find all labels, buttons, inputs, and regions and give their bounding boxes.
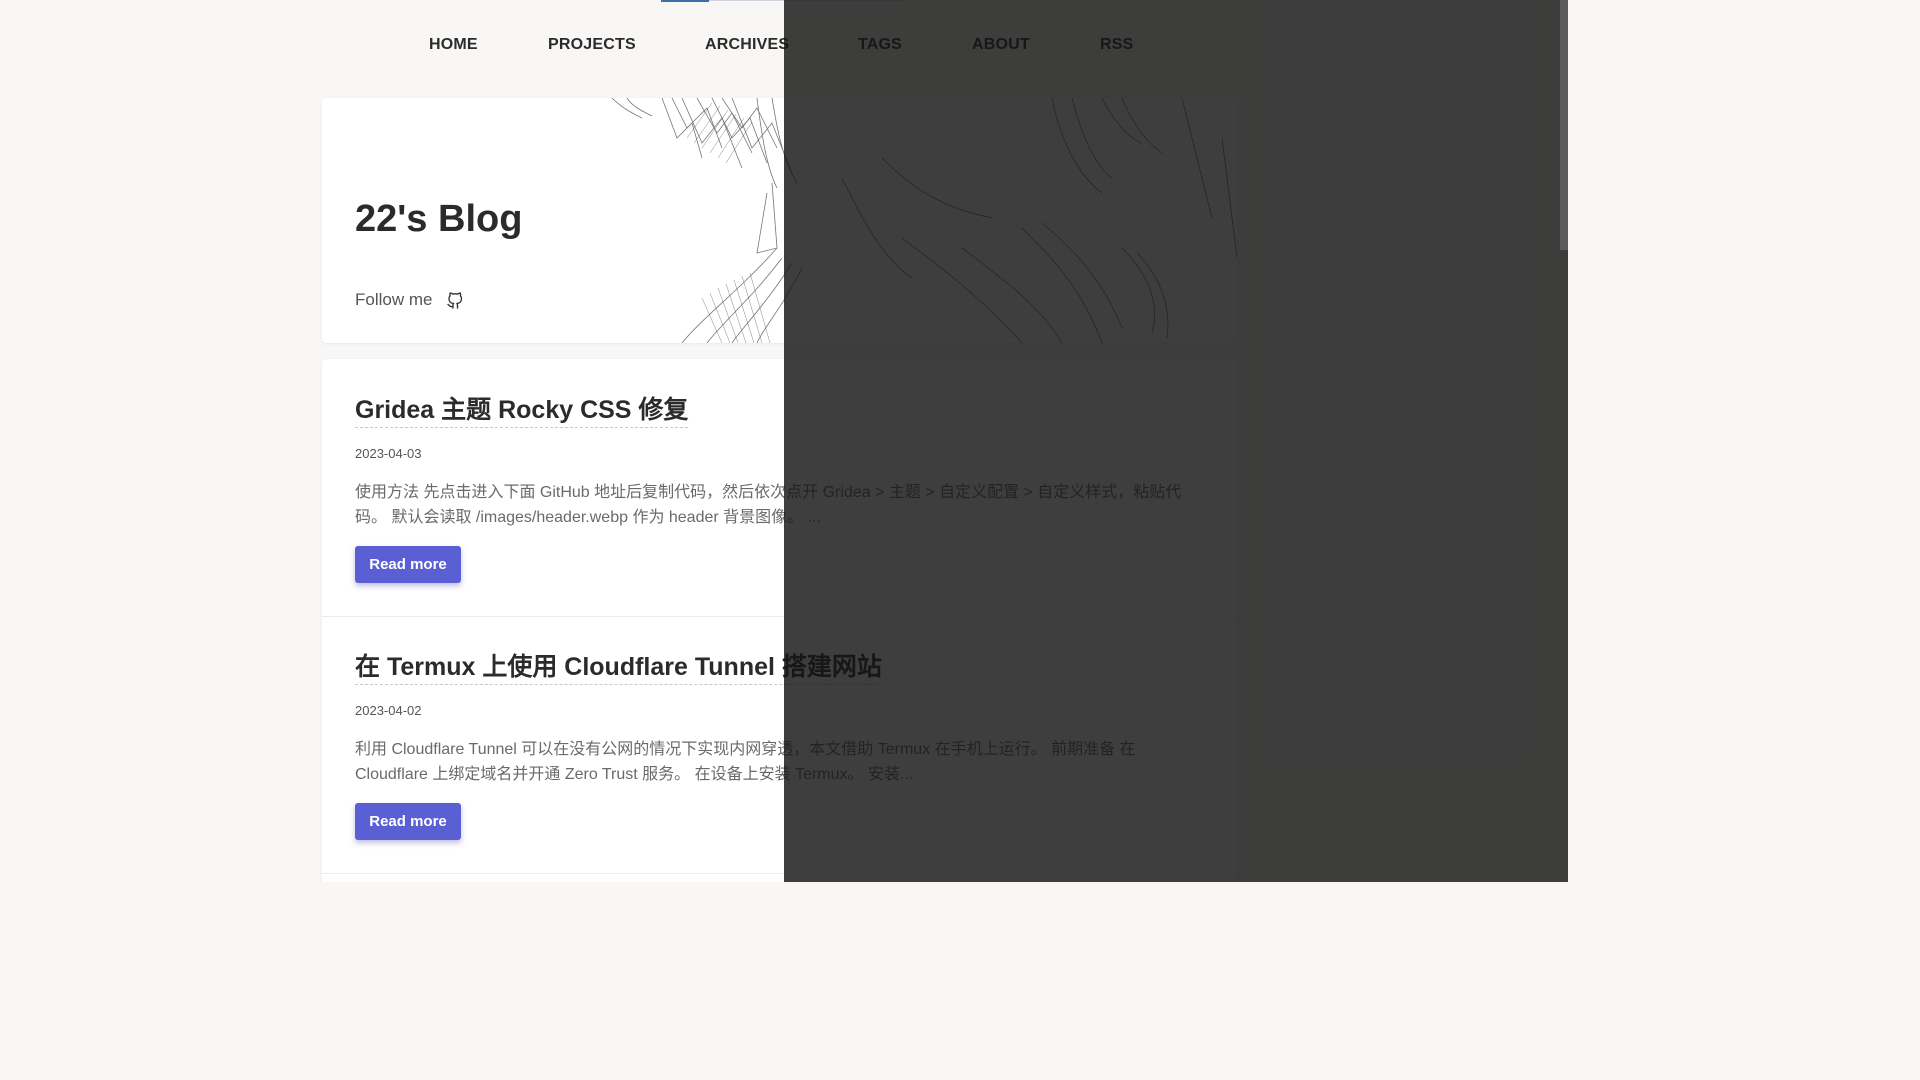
github-icon[interactable] <box>446 291 464 309</box>
follow-label: Follow me <box>355 290 433 309</box>
post-list: Gridea 主题 Rocky CSS 修复 2023-04-03 使用方法 先… <box>322 359 1237 882</box>
nav-rss[interactable]: RSS <box>1100 36 1134 54</box>
page: HOME PROJECTS ARCHIVES TAGS ABOUT RSS 22… <box>0 0 1568 882</box>
follow-row: Follow me <box>355 290 464 310</box>
post-excerpt: 利用 Cloudflare Tunnel 可以在没有公网的情况下实现内网穿透，本… <box>355 741 1136 783</box>
header-sketch-illustration <box>611 98 1237 343</box>
post-date: 2023-04-02 <box>355 703 422 718</box>
post-item: Gridea 主题 Rocky CSS 修复 2023-04-03 使用方法 先… <box>322 359 1237 617</box>
hero-header-card: 22's Blog Follow me <box>322 98 1237 343</box>
post-date: 2023-04-03 <box>355 446 422 461</box>
post-excerpt: 使用方法 先点击进入下面 GitHub 地址后复制代码，然后依次点开 Gride… <box>355 484 1182 526</box>
post-title-link[interactable]: 在 Termux 上使用 Cloudflare Tunnel 搭建网站 <box>355 650 882 685</box>
post-title-link[interactable]: Gridea 主题 Rocky CSS 修复 <box>355 393 689 428</box>
blog-title: 22's Blog <box>355 198 523 240</box>
reading-progress-track <box>709 0 907 1</box>
nav-projects[interactable]: PROJECTS <box>548 36 636 54</box>
read-more-button[interactable]: Read more <box>355 803 461 840</box>
nav-tags[interactable]: TAGS <box>858 36 902 54</box>
post-item: 在 Termux 上使用 Cloudflare Tunnel 搭建网站 2023… <box>322 616 1237 874</box>
nav-archives[interactable]: ARCHIVES <box>705 36 789 54</box>
reading-progress-bar <box>661 0 709 2</box>
read-more-button[interactable]: Read more <box>355 546 461 583</box>
nav-about[interactable]: ABOUT <box>972 36 1030 54</box>
nav-home[interactable]: HOME <box>429 36 478 54</box>
scrollbar-thumb[interactable] <box>1560 0 1568 250</box>
top-navigation: HOME PROJECTS ARCHIVES TAGS ABOUT RSS <box>0 36 1568 62</box>
